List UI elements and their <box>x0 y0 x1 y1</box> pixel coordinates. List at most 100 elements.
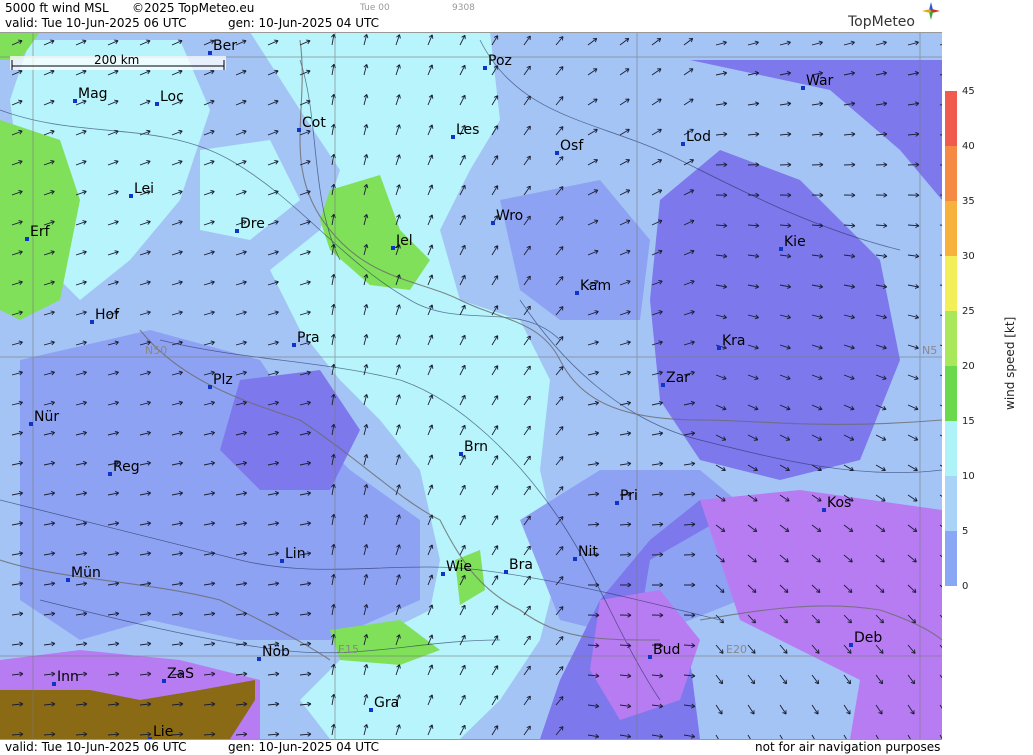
city-label: Loc <box>160 89 184 105</box>
city-label: Lie <box>153 724 173 740</box>
city-label: Kam <box>580 278 611 294</box>
wind-map: N50 N5 E15 E20 200 km Ber Poz Mag Loc War Cot… <box>0 0 942 754</box>
city-label: Erf <box>30 224 51 240</box>
city-label: Brn <box>464 439 488 455</box>
generated-time: gen: 10-Jun-2025 04 UTC <box>228 16 380 30</box>
city-label: Gra <box>374 695 399 711</box>
city-marker <box>822 508 826 512</box>
colorbar-segment <box>945 421 957 477</box>
city-marker <box>90 320 94 324</box>
city-deb: Deb <box>849 630 882 647</box>
city-ber: Ber <box>208 38 237 55</box>
city-label: Wie <box>446 559 472 575</box>
footer-bar: valid: Tue 10-Jun-2025 06 UTC gen: 10-Ju… <box>0 739 942 755</box>
topmeteo-logo[interactable]: TopMeteo <box>848 14 915 30</box>
city-marker <box>25 237 29 241</box>
city-pra: Pra <box>292 330 320 347</box>
city-marker <box>661 383 665 387</box>
grid-label-e20: E20 <box>726 643 747 656</box>
city-marker <box>459 452 463 456</box>
grid-label-e15: E15 <box>338 643 359 656</box>
city-mag: Mag <box>73 86 108 103</box>
city-label: Jel <box>395 233 413 249</box>
city-loc: Loc <box>155 89 184 106</box>
city-marker <box>129 194 133 198</box>
colorbar-segment <box>945 201 957 257</box>
city-marker <box>73 99 77 103</box>
city-kra: Kra <box>717 333 746 350</box>
city-marker <box>717 346 721 350</box>
city-marker <box>155 102 159 106</box>
colorbar-tick-label: 35 <box>962 196 975 207</box>
city-kam: Kam <box>575 278 611 295</box>
city-marker <box>29 422 33 426</box>
city-label: ZaS <box>167 666 194 682</box>
colorbar-segment <box>945 366 957 422</box>
colorbar-segment <box>945 311 957 367</box>
city-marker <box>573 557 577 561</box>
city-marker <box>615 501 619 505</box>
city-wro: Wro <box>491 208 523 225</box>
city-marker <box>391 246 395 250</box>
city-inn: Inn <box>52 669 79 686</box>
city-marker <box>235 229 239 233</box>
city-marker <box>504 570 508 574</box>
grid-label-n50: N50 <box>145 344 167 357</box>
city-marker <box>441 572 445 576</box>
run-label: Tue 00 <box>360 3 390 13</box>
compass-icon <box>922 2 940 20</box>
city-label: Poz <box>488 53 512 69</box>
colorbar-tick-label: 45 <box>962 86 975 97</box>
city-label: Lod <box>686 129 711 145</box>
city-marker <box>491 221 495 225</box>
city-marker <box>779 247 783 251</box>
colorbar-tick-label: 30 <box>962 251 975 262</box>
city-marker <box>297 128 301 132</box>
colorbar <box>945 91 957 586</box>
scale-bar-label: 200 km <box>94 53 139 67</box>
colorbar-segment <box>945 476 957 532</box>
city-marker <box>66 578 70 582</box>
colorbar-segment <box>945 91 957 147</box>
footer-gen: gen: 10-Jun-2025 04 UTC <box>228 740 380 754</box>
colorbar-tick-label: 10 <box>962 471 975 482</box>
city-nür: Nür <box>29 409 59 426</box>
city-label: Cot <box>302 115 326 131</box>
city-kos: Kos <box>822 495 851 512</box>
city-label: War <box>806 73 834 89</box>
city-label: Lei <box>134 181 154 197</box>
colorbar-tick-label: 0 <box>962 581 969 592</box>
city-marker <box>681 142 685 146</box>
city-nöb: Nöb <box>257 644 290 661</box>
city-label: Bud <box>653 642 680 658</box>
city-label: Osf <box>560 138 584 154</box>
colorbar-segment <box>945 531 957 586</box>
city-war: War <box>801 73 834 90</box>
city-reg: Reg <box>108 459 140 476</box>
city-marker <box>483 66 487 70</box>
city-zar: Zar <box>661 370 690 387</box>
city-brn: Brn <box>459 439 488 456</box>
disclaimer: not for air navigation purposes <box>755 740 941 754</box>
city-label: Dre <box>240 216 265 232</box>
city-label: Kra <box>722 333 746 349</box>
grid-label-n50-right: N5 <box>922 344 937 357</box>
city-label: Kos <box>827 495 851 511</box>
city-marker <box>208 385 212 389</box>
colorbar-tick-label: 15 <box>962 416 975 427</box>
city-marker <box>369 708 373 712</box>
city-label: Les <box>456 122 479 138</box>
city-hof: Hof <box>90 307 120 324</box>
city-dre: Dre <box>235 216 265 233</box>
city-marker <box>575 291 579 295</box>
city-marker <box>257 657 261 661</box>
city-label: Reg <box>113 459 140 475</box>
city-label: Hof <box>95 307 120 323</box>
city-label: Bra <box>509 557 533 573</box>
city-wie: Wie <box>441 559 472 576</box>
city-marker <box>801 86 805 90</box>
city-osf: Osf <box>555 138 584 155</box>
city-label: Nöb <box>262 644 290 660</box>
city-marker <box>280 559 284 563</box>
city-label: Nit <box>578 544 598 560</box>
